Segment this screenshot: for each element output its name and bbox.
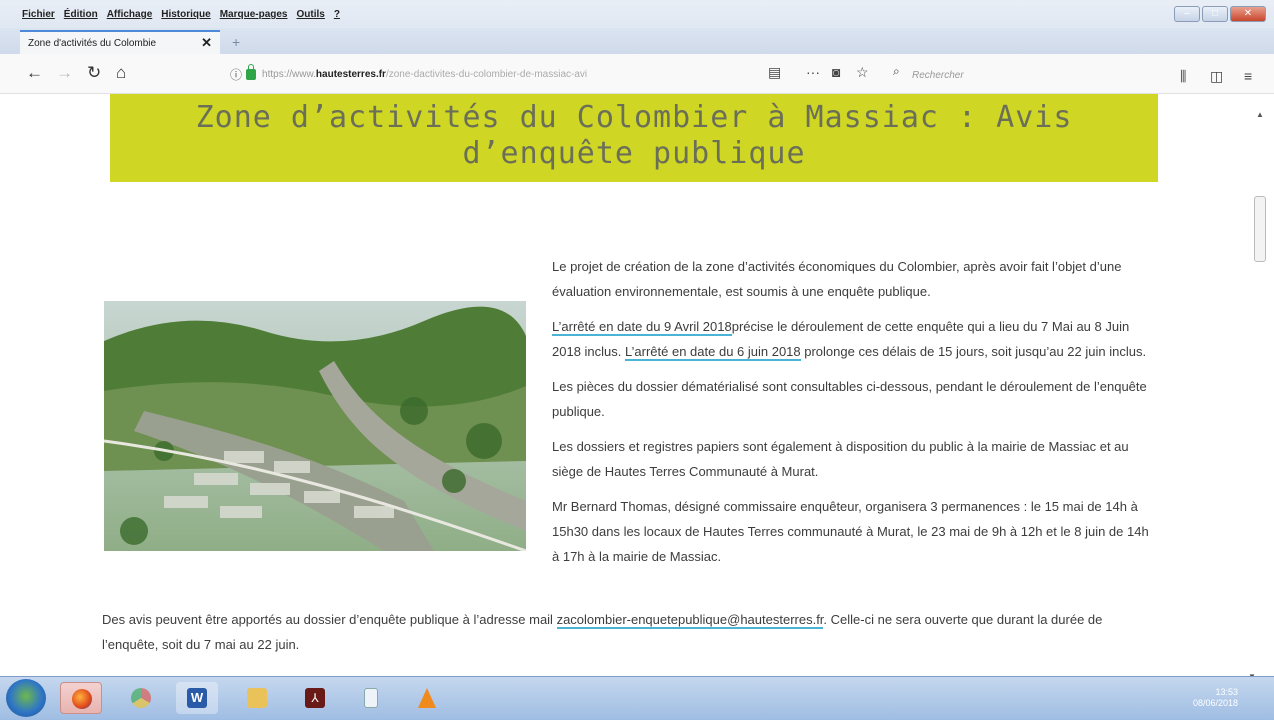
arrete-9-avril-link[interactable]: L’arrêté en date du 9 Avril 2018 [552,319,732,336]
url-prefix: https://www. [262,68,316,80]
paragraph-avis-start: Des avis peuvent être apportés au dossie… [102,612,557,627]
notepad-icon [364,688,378,708]
paragraph-pieces: Les pièces du dossier dématérialisé sont… [552,379,1147,419]
search-input[interactable]: Rechercher [912,70,964,81]
menu-outils[interactable]: Outils [297,9,325,20]
paragraph-arretes: L’arrêté en date du 9 Avril 2018précise … [552,314,1152,364]
page-title-banner: Zone d’activités du Colombier à Massiac … [110,94,1158,182]
tab-title: Zone d'activités du Colombie [28,37,157,49]
enquete-email-link[interactable]: zacolombier-enquetepublique@hautesterres… [556,612,824,629]
lock-icon [246,63,257,80]
paragraph-dossiers: Les dossiers et registres papiers sont é… [552,439,1129,479]
pdf-icon: ⅄ [305,688,325,708]
sidebar-icon[interactable]: ◫ [1210,68,1223,85]
folder-icon [247,688,267,708]
system-tray-clock[interactable]: 13:53 08/06/2018 [1193,687,1238,709]
window-controls: – □ ✕ [1174,6,1266,22]
back-arrow-icon[interactable]: ← [26,64,43,82]
forward-arrow-icon[interactable]: → [56,64,73,82]
vlc-cone-icon [418,688,436,708]
tab-active[interactable]: Zone d'activités du Colombie ✕ [20,30,220,54]
menu-edition[interactable]: Édition [64,9,98,20]
scrollbar-thumb[interactable] [1254,196,1266,262]
clock-time: 13:53 [1215,687,1238,697]
paragraph-permanences: Mr Bernard Thomas, désigné commissaire e… [552,499,1149,564]
navigation-toolbar: ← → ↻ ⌂ ⓘ https://www. hautesterres.fr /… [0,54,1274,94]
paragraph-arretes-end: prolonge ces délais de 15 jours, soit ju… [800,344,1147,359]
start-button[interactable] [6,679,46,717]
page-title-line-1: Zone d’activités du Colombier à Massiac … [195,100,1073,135]
url-host: hautesterres.fr [315,68,386,80]
menu-bar: Fichier Édition Affichage Historique Mar… [22,9,340,20]
tab-strip: Zone d'activités du Colombie ✕ + [0,28,1274,54]
tab-close-icon[interactable]: ✕ [201,35,212,51]
new-tab-button[interactable]: + [232,34,240,50]
page-title-line-2: d’enquête publique [462,136,806,171]
reader-view-icon[interactable]: ▤ [768,64,781,81]
page-actions-icon[interactable]: ··· [806,64,820,80]
window-titlebar: Fichier Édition Affichage Historique Mar… [0,0,1274,30]
scroll-up-icon[interactable]: ▲ [1256,110,1264,119]
url-path: /zone-dactivites-du-colombier-de-massiac… [385,68,588,80]
firefox-icon [72,689,92,709]
close-window-button[interactable]: ✕ [1230,6,1266,22]
menu-aide[interactable]: ? [334,9,340,20]
reload-icon[interactable]: ↻ [87,64,101,82]
taskbar-word[interactable]: W [176,682,218,714]
arrete-6-juin-link[interactable]: L’arrêté en date du 6 juin 2018 [625,344,801,361]
windows-taskbar: W ⅄ 13:53 08/06/2018 [0,676,1274,720]
paragraph-intro: Le projet de création de la zone d’activ… [552,259,1122,299]
taskbar-acrobat[interactable]: ⅄ [294,682,336,714]
taskbar-chrome[interactable] [120,682,162,714]
chrome-icon [131,688,151,708]
site-info-icon[interactable]: ⓘ [230,66,242,83]
search-icon: ⌕ [893,64,900,78]
taskbar-vlc[interactable] [406,682,448,714]
zone-aerial-photo [104,301,526,551]
bookmark-star-icon[interactable]: ☆ [856,64,869,81]
menu-affichage[interactable]: Affichage [107,9,153,20]
library-icon[interactable]: ⫼ [1180,68,1186,85]
paragraph-avis: Des avis peuvent être apportés au dossie… [102,607,1142,657]
maximize-button[interactable]: □ [1202,6,1228,22]
minimize-button[interactable]: – [1174,6,1200,22]
hamburger-menu-icon[interactable]: ≡ [1244,68,1252,84]
menu-marque-pages[interactable]: Marque-pages [220,9,288,20]
taskbar-notepad[interactable] [350,682,392,714]
article-text-column: Le projet de création de la zone d’activ… [552,254,1152,579]
menu-fichier[interactable]: Fichier [22,9,55,20]
home-icon[interactable]: ⌂ [116,64,126,82]
taskbar-firefox[interactable] [60,682,102,714]
clock-date: 08/06/2018 [1192,698,1238,708]
word-icon: W [187,688,207,708]
url-bar[interactable]: ⓘ https://www. hautesterres.fr /zone-dac… [230,61,810,87]
taskbar-file-explorer[interactable] [236,682,278,714]
menu-historique[interactable]: Historique [161,9,210,20]
pocket-icon[interactable]: ◙ [832,64,840,80]
